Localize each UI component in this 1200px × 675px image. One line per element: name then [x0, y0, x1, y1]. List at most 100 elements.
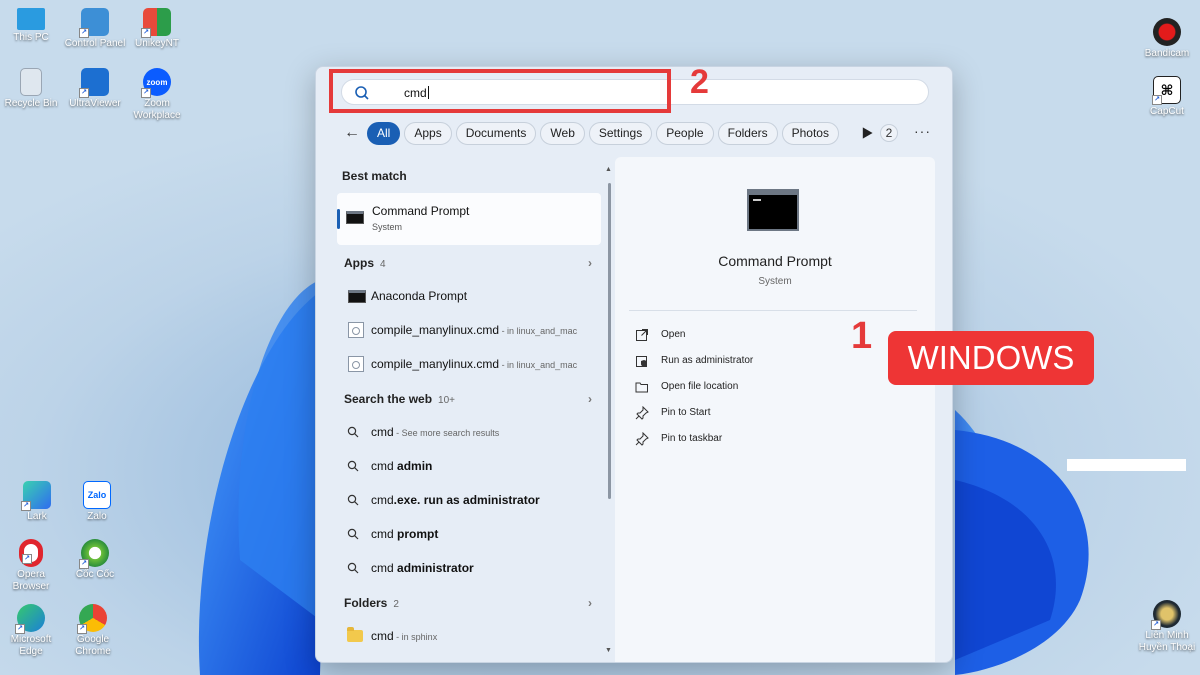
cmd-icon	[348, 290, 366, 303]
pin-icon	[635, 406, 649, 420]
action-run-as-admin[interactable]: Run as administrator	[635, 351, 835, 371]
desktop-icon-this-pc[interactable]: This PC	[0, 8, 64, 44]
apps-heading[interactable]: Apps 4 ›	[344, 256, 598, 270]
filter-people[interactable]: People	[656, 121, 714, 145]
shortcut-arrow-icon: ↗	[79, 28, 89, 38]
start-search-panel: cmd ← All Apps Documents Web Settings Pe…	[315, 66, 953, 663]
list-item[interactable]: Anaconda Prompt	[336, 281, 604, 311]
desktop-icon-coccoc[interactable]: ↗ Cốc Cốc	[62, 539, 128, 581]
desktop-icon-edge[interactable]: ↗ Microsoft Edge	[0, 604, 64, 658]
opera-icon: ↗	[19, 539, 43, 567]
unikey-icon: ↗	[141, 8, 171, 38]
filter-settings[interactable]: Settings	[588, 121, 653, 145]
scroll-down-icon[interactable]: ▼	[605, 647, 612, 654]
search-icon	[347, 528, 359, 540]
web-suggestion[interactable]: cmd prompt	[336, 519, 604, 549]
folders-heading[interactable]: Folders 2 ›	[344, 596, 598, 610]
lark-icon: ↗	[21, 481, 51, 511]
script-icon	[348, 356, 364, 372]
action-pin-to-start[interactable]: Pin to Start	[635, 403, 835, 423]
desktop-icon-ultraviewer[interactable]: ↗ UltraViewer	[62, 68, 128, 110]
step-number-2: 2	[690, 63, 709, 101]
desktop-icon-zoom[interactable]: zoom ↗ Zoom Workplace	[124, 68, 190, 122]
capcut-icon: ⌘ ↗	[1152, 76, 1181, 105]
desktop-icon-opera[interactable]: ↗ Opera Browser	[0, 539, 64, 593]
desktop-icon-zalo[interactable]: Zalo Zalo	[64, 481, 130, 523]
search-icon	[347, 562, 359, 574]
list-item[interactable]: cmd - in sphinx	[336, 621, 604, 651]
search-web-heading[interactable]: Search the web 10+ ›	[344, 392, 598, 406]
desktop-icon-lol[interactable]: ↗ Liên Minh Huyền Thoại	[1134, 600, 1200, 654]
web-suggestion[interactable]: cmd admin	[336, 451, 604, 481]
web-suggestion[interactable]: cmd.exe. run as administrator	[336, 485, 604, 515]
count-badge[interactable]: 2	[880, 124, 898, 142]
edge-icon: ↗	[15, 604, 45, 634]
recycle-bin-icon	[20, 68, 42, 96]
cmd-icon	[346, 211, 364, 224]
search-highlight-box	[329, 69, 671, 113]
desktop-icon-control-panel[interactable]: ↗ Control Panel	[62, 8, 128, 50]
pin-icon	[635, 432, 649, 446]
web-suggestion[interactable]: cmd - See more search results	[336, 417, 604, 447]
action-open-file-location[interactable]: Open file location	[635, 377, 835, 397]
shortcut-arrow-icon: ↗	[1152, 95, 1162, 105]
desktop-icon-recycle-bin[interactable]: Recycle Bin	[0, 68, 64, 110]
script-icon	[348, 322, 364, 338]
chrome-icon: ↗	[77, 604, 107, 634]
desktop-icon-capcut[interactable]: ⌘ ↗ CapCut	[1134, 76, 1200, 118]
search-icon	[347, 426, 359, 438]
zalo-icon: Zalo	[83, 481, 111, 509]
white-bar	[1067, 459, 1186, 471]
desktop-icon-bandicam[interactable]: Bandicam	[1134, 18, 1200, 60]
chevron-right-icon: ›	[588, 596, 592, 610]
folder-icon	[347, 627, 363, 642]
scroll-up-icon[interactable]: ▲	[605, 166, 612, 173]
desktop-icon-chrome[interactable]: ↗ Google Chrome	[60, 604, 126, 658]
list-item[interactable]: compile_manylinux.cmd - in linux_and_mac	[336, 315, 604, 345]
web-suggestion[interactable]: cmd administrator	[336, 553, 604, 583]
control-panel-icon: ↗	[79, 8, 109, 38]
play-icon[interactable]	[860, 126, 874, 140]
shortcut-arrow-icon: ↗	[141, 88, 151, 98]
desktop-icon-unikey[interactable]: ↗ UnikeyNT	[124, 8, 190, 50]
shortcut-arrow-icon: ↗	[1151, 620, 1161, 630]
ultraviewer-icon: ↗	[79, 68, 109, 98]
filter-bar: ← All Apps Documents Web Settings People…	[341, 121, 874, 145]
preview-title: Command Prompt	[718, 253, 832, 269]
open-icon	[636, 329, 648, 341]
filter-folders[interactable]: Folders	[717, 121, 778, 145]
shortcut-arrow-icon: ↗	[22, 554, 32, 564]
admin-shield-icon	[636, 356, 647, 367]
action-pin-to-taskbar[interactable]: Pin to taskbar	[635, 429, 835, 449]
folder-open-icon	[635, 382, 648, 393]
filter-photos[interactable]: Photos	[781, 121, 839, 145]
chevron-right-icon: ›	[588, 256, 592, 270]
chevron-right-icon: ›	[588, 392, 592, 406]
action-open[interactable]: Open	[635, 325, 835, 345]
shortcut-arrow-icon: ↗	[15, 624, 25, 634]
preview-subtitle: System	[758, 276, 792, 287]
filter-web[interactable]: Web	[540, 121, 585, 145]
search-icon	[347, 494, 359, 506]
lol-icon: ↗	[1151, 600, 1181, 630]
list-item[interactable]: compile_manylinux.cmd - in linux_and_mac	[336, 349, 604, 379]
filter-documents[interactable]: Documents	[455, 121, 537, 145]
scrollbar-thumb[interactable]	[608, 183, 611, 499]
selection-indicator	[337, 209, 340, 229]
coccoc-icon: ↗	[79, 539, 109, 569]
filter-all[interactable]: All	[367, 121, 401, 145]
shortcut-arrow-icon: ↗	[79, 559, 89, 569]
shortcut-arrow-icon: ↗	[77, 624, 87, 634]
bandicam-icon	[1153, 18, 1181, 46]
back-arrow-icon[interactable]: ←	[341, 122, 363, 144]
more-options-icon[interactable]: ···	[914, 123, 931, 139]
step-number-1: 1	[851, 315, 873, 357]
desktop-icon-lark[interactable]: ↗ Lark	[4, 481, 70, 523]
cmd-large-icon	[747, 189, 799, 231]
best-match-name: Command Prompt	[372, 204, 470, 218]
best-match-type: System	[372, 222, 403, 232]
best-match-item[interactable]: Command Prompt System	[337, 193, 601, 245]
filter-apps[interactable]: Apps	[404, 121, 452, 145]
shortcut-arrow-icon: ↗	[79, 88, 89, 98]
shortcut-arrow-icon: ↗	[141, 28, 151, 38]
